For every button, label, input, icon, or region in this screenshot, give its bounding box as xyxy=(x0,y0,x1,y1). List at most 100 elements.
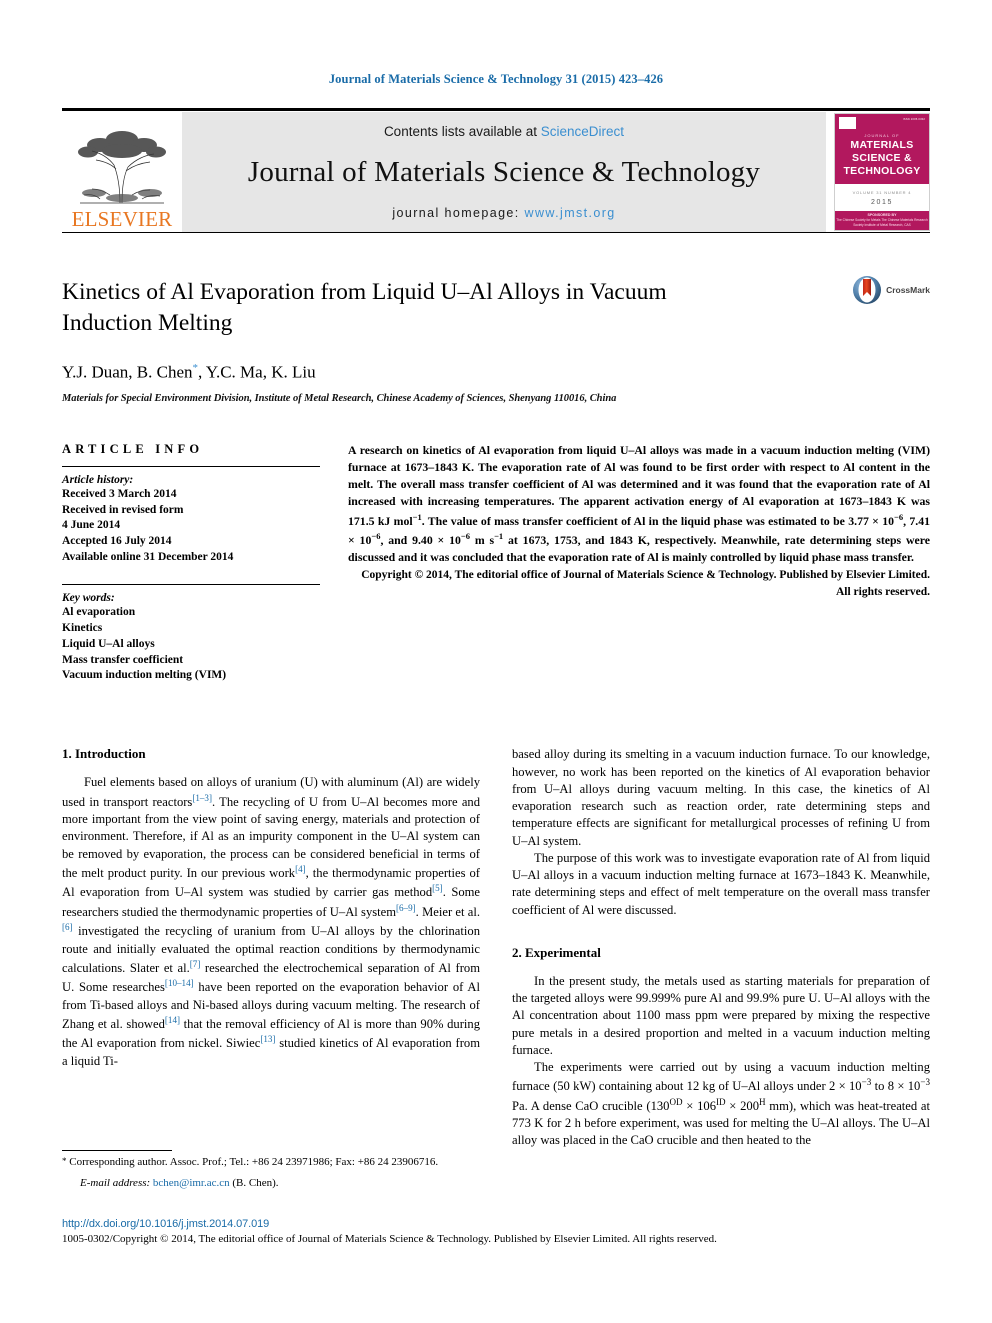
exponent: ID xyxy=(716,1096,726,1107)
elsevier-wordmark: ELSEVIER xyxy=(71,207,173,231)
abstract-part: . The value of mass transfer coefficient… xyxy=(421,513,895,528)
intro-paragraph-1: Fuel elements based on alloys of uranium… xyxy=(62,774,480,1070)
citation-ref[interactable]: [14] xyxy=(165,1015,180,1025)
cover-issn: ISSN 1005-0302 xyxy=(903,118,925,121)
keyword-item: Al evaporation xyxy=(62,606,136,619)
info-abstract-block: ARTICLE INFO Article history: Received 3… xyxy=(62,442,930,685)
cover-title: MATERIALS SCIENCE & TECHNOLOGY xyxy=(835,139,929,178)
elsevier-tree-icon xyxy=(70,125,174,209)
doi-link[interactable]: http://dx.doi.org/10.1016/j.jmst.2014.07… xyxy=(62,1218,932,1230)
journal-cover-image: ISSN 1005-0302 JOURNAL OF MATERIALS SCIE… xyxy=(834,113,930,231)
journal-cover-cell: ISSN 1005-0302 JOURNAL OF MATERIALS SCIE… xyxy=(826,112,930,232)
para-part: . Meier et al. xyxy=(415,904,480,919)
citation-ref[interactable]: [1–3] xyxy=(192,793,212,803)
journal-homepage-line: journal homepage: www.jmst.org xyxy=(392,206,615,220)
homepage-link[interactable]: www.jmst.org xyxy=(525,206,616,220)
experimental-paragraph-1: In the present study, the metals used as… xyxy=(512,973,930,1057)
abstract-copyright: Copyright © 2014, The editorial office o… xyxy=(361,569,930,598)
crossmark-label: CrossMark xyxy=(886,285,930,295)
contents-available-line: Contents lists available at ScienceDirec… xyxy=(384,124,624,139)
article-history-item: 4 June 2014 xyxy=(62,519,121,532)
cover-title-line1: MATERIALS xyxy=(850,139,914,151)
citation-ref[interactable]: [13] xyxy=(260,1034,275,1044)
citation-ref[interactable]: [10–14] xyxy=(165,978,194,988)
title-block: Kinetics of Al Evaporation from Liquid U… xyxy=(62,233,930,404)
crossmark-icon xyxy=(853,276,882,304)
intro-paragraph-1-continued: based alloy during its smelting in a vac… xyxy=(512,746,930,850)
issn-copyright-line: 1005-0302/Copyright © 2014, The editoria… xyxy=(62,1233,717,1245)
article-info-heading: ARTICLE INFO xyxy=(62,441,204,456)
article-info-column: ARTICLE INFO Article history: Received 3… xyxy=(62,442,320,685)
citation-ref[interactable]: [4] xyxy=(295,864,306,874)
keywords-label: Key words: xyxy=(62,592,115,605)
intro-paragraph-2: The purpose of this work was to investig… xyxy=(512,850,930,917)
abstract-text: A research on kinetics of Al evaporation… xyxy=(348,442,930,566)
email-note: E-mail address: bchen@imr.ac.cn (B. Chen… xyxy=(62,1176,479,1191)
exponent: OD xyxy=(669,1096,683,1107)
article-history-label: Article history: xyxy=(62,473,134,486)
footnote-block: * Corresponding author. Assoc. Prof.; Te… xyxy=(62,1150,479,1191)
para-part: × 106 xyxy=(682,1098,716,1113)
masthead-top-rule xyxy=(62,108,930,111)
elsevier-logo: ELSEVIER xyxy=(62,112,182,232)
abstract-column: A research on kinetics of Al evaporation… xyxy=(348,442,930,685)
abstract-part: , and 9.40 × 10 xyxy=(380,532,461,547)
citation-ref[interactable]: [7] xyxy=(190,959,201,969)
corresponding-author-note: * Corresponding author. Assoc. Prof.; Te… xyxy=(62,1155,479,1170)
author-list: Y.J. Duan, B. Chen*, Y.C. Ma, K. Liu xyxy=(62,362,930,383)
keyword-item: Mass transfer coefficient xyxy=(62,653,184,666)
article-history-item: Received 3 March 2014 xyxy=(62,487,177,500)
contents-prefix: Contents lists available at xyxy=(383,124,541,139)
cover-title-line2: SCIENCE & xyxy=(852,152,912,165)
section-heading-experimental: 2. Experimental xyxy=(512,944,601,960)
article-history-item: Available online 31 December 2014 xyxy=(62,551,234,564)
cover-eyebrow: JOURNAL OF xyxy=(864,133,900,138)
paper-page: Journal of Materials Science & Technolog… xyxy=(0,0,992,1323)
running-head: Journal of Materials Science & Technolog… xyxy=(328,72,664,86)
email-label: E-mail address: xyxy=(80,1176,151,1189)
cover-volume: VOLUME 31 NUMBER 4 xyxy=(852,190,912,195)
citation-ref[interactable]: [6] xyxy=(62,922,73,932)
authors-head: Y.J. Duan, B. Chen xyxy=(62,362,193,382)
article-info-rule-top xyxy=(62,465,320,467)
citation-ref[interactable]: [6–9] xyxy=(396,903,416,913)
cover-title-line3: TECHNOLOGY xyxy=(843,165,921,178)
article-history-item: Received in revised form xyxy=(62,503,184,516)
citation-ref[interactable]: [5] xyxy=(432,883,443,893)
article-history-item: Accepted 16 July 2014 xyxy=(62,535,172,548)
para-part: to 8 × 10 xyxy=(871,1079,921,1094)
email-link[interactable]: bchen@imr.ac.cn xyxy=(153,1177,230,1189)
abstract-sup: −6 xyxy=(460,530,470,541)
authors-tail: , Y.C. Ma, K. Liu xyxy=(198,362,316,382)
footer-block: http://dx.doi.org/10.1016/j.jmst.2014.07… xyxy=(62,1218,932,1245)
article-info-rule-bottom xyxy=(62,584,320,586)
right-column: based alloy during its smelting in a vac… xyxy=(512,746,930,1149)
page-title: Kinetics of Al Evaporation from Liquid U… xyxy=(62,279,667,336)
experimental-paragraph-2: The experiments were carried out by usin… xyxy=(512,1059,930,1150)
footnote-rule xyxy=(62,1150,172,1151)
journal-masthead: ELSEVIER Contents lists available at Sci… xyxy=(62,112,930,232)
masthead-center: Contents lists available at ScienceDirec… xyxy=(182,112,826,232)
cover-footer: SPONSORED BY The Chinese Society for Met… xyxy=(835,213,929,228)
exponent: −3 xyxy=(861,1077,872,1088)
footnote-text: Corresponding author. Assoc. Prof.; Tel.… xyxy=(66,1156,439,1168)
journal-title: Journal of Materials Science & Technolog… xyxy=(247,156,761,188)
sciencedirect-link[interactable]: ScienceDirect xyxy=(541,124,624,139)
section-heading-introduction: 1. Introduction xyxy=(62,746,146,762)
keyword-item: Vacuum induction melting (VIM) xyxy=(62,669,227,682)
email-owner: (B. Chen). xyxy=(232,1176,279,1189)
homepage-prefix: journal homepage: xyxy=(392,206,525,220)
left-column: 1. Introduction Fuel elements based on a… xyxy=(62,746,480,1149)
cover-footer-text: The Chinese Society for Metals The Chine… xyxy=(836,218,928,228)
keyword-item: Kinetics xyxy=(62,621,103,634)
abstract-part: m s xyxy=(470,532,495,547)
abstract-sup: −1 xyxy=(412,511,422,522)
affiliation: Materials for Special Environment Divisi… xyxy=(62,392,617,404)
keyword-item: Liquid U–Al alloys xyxy=(62,637,155,650)
abstract-sup: −1 xyxy=(494,530,504,541)
crossmark-badge[interactable]: CrossMark xyxy=(852,275,930,305)
cover-middle-band xyxy=(835,183,929,212)
para-part: Pa. A dense CaO crucible (130 xyxy=(512,1098,670,1113)
para-part-continued: based alloy during its smelting in a vac… xyxy=(512,747,930,848)
